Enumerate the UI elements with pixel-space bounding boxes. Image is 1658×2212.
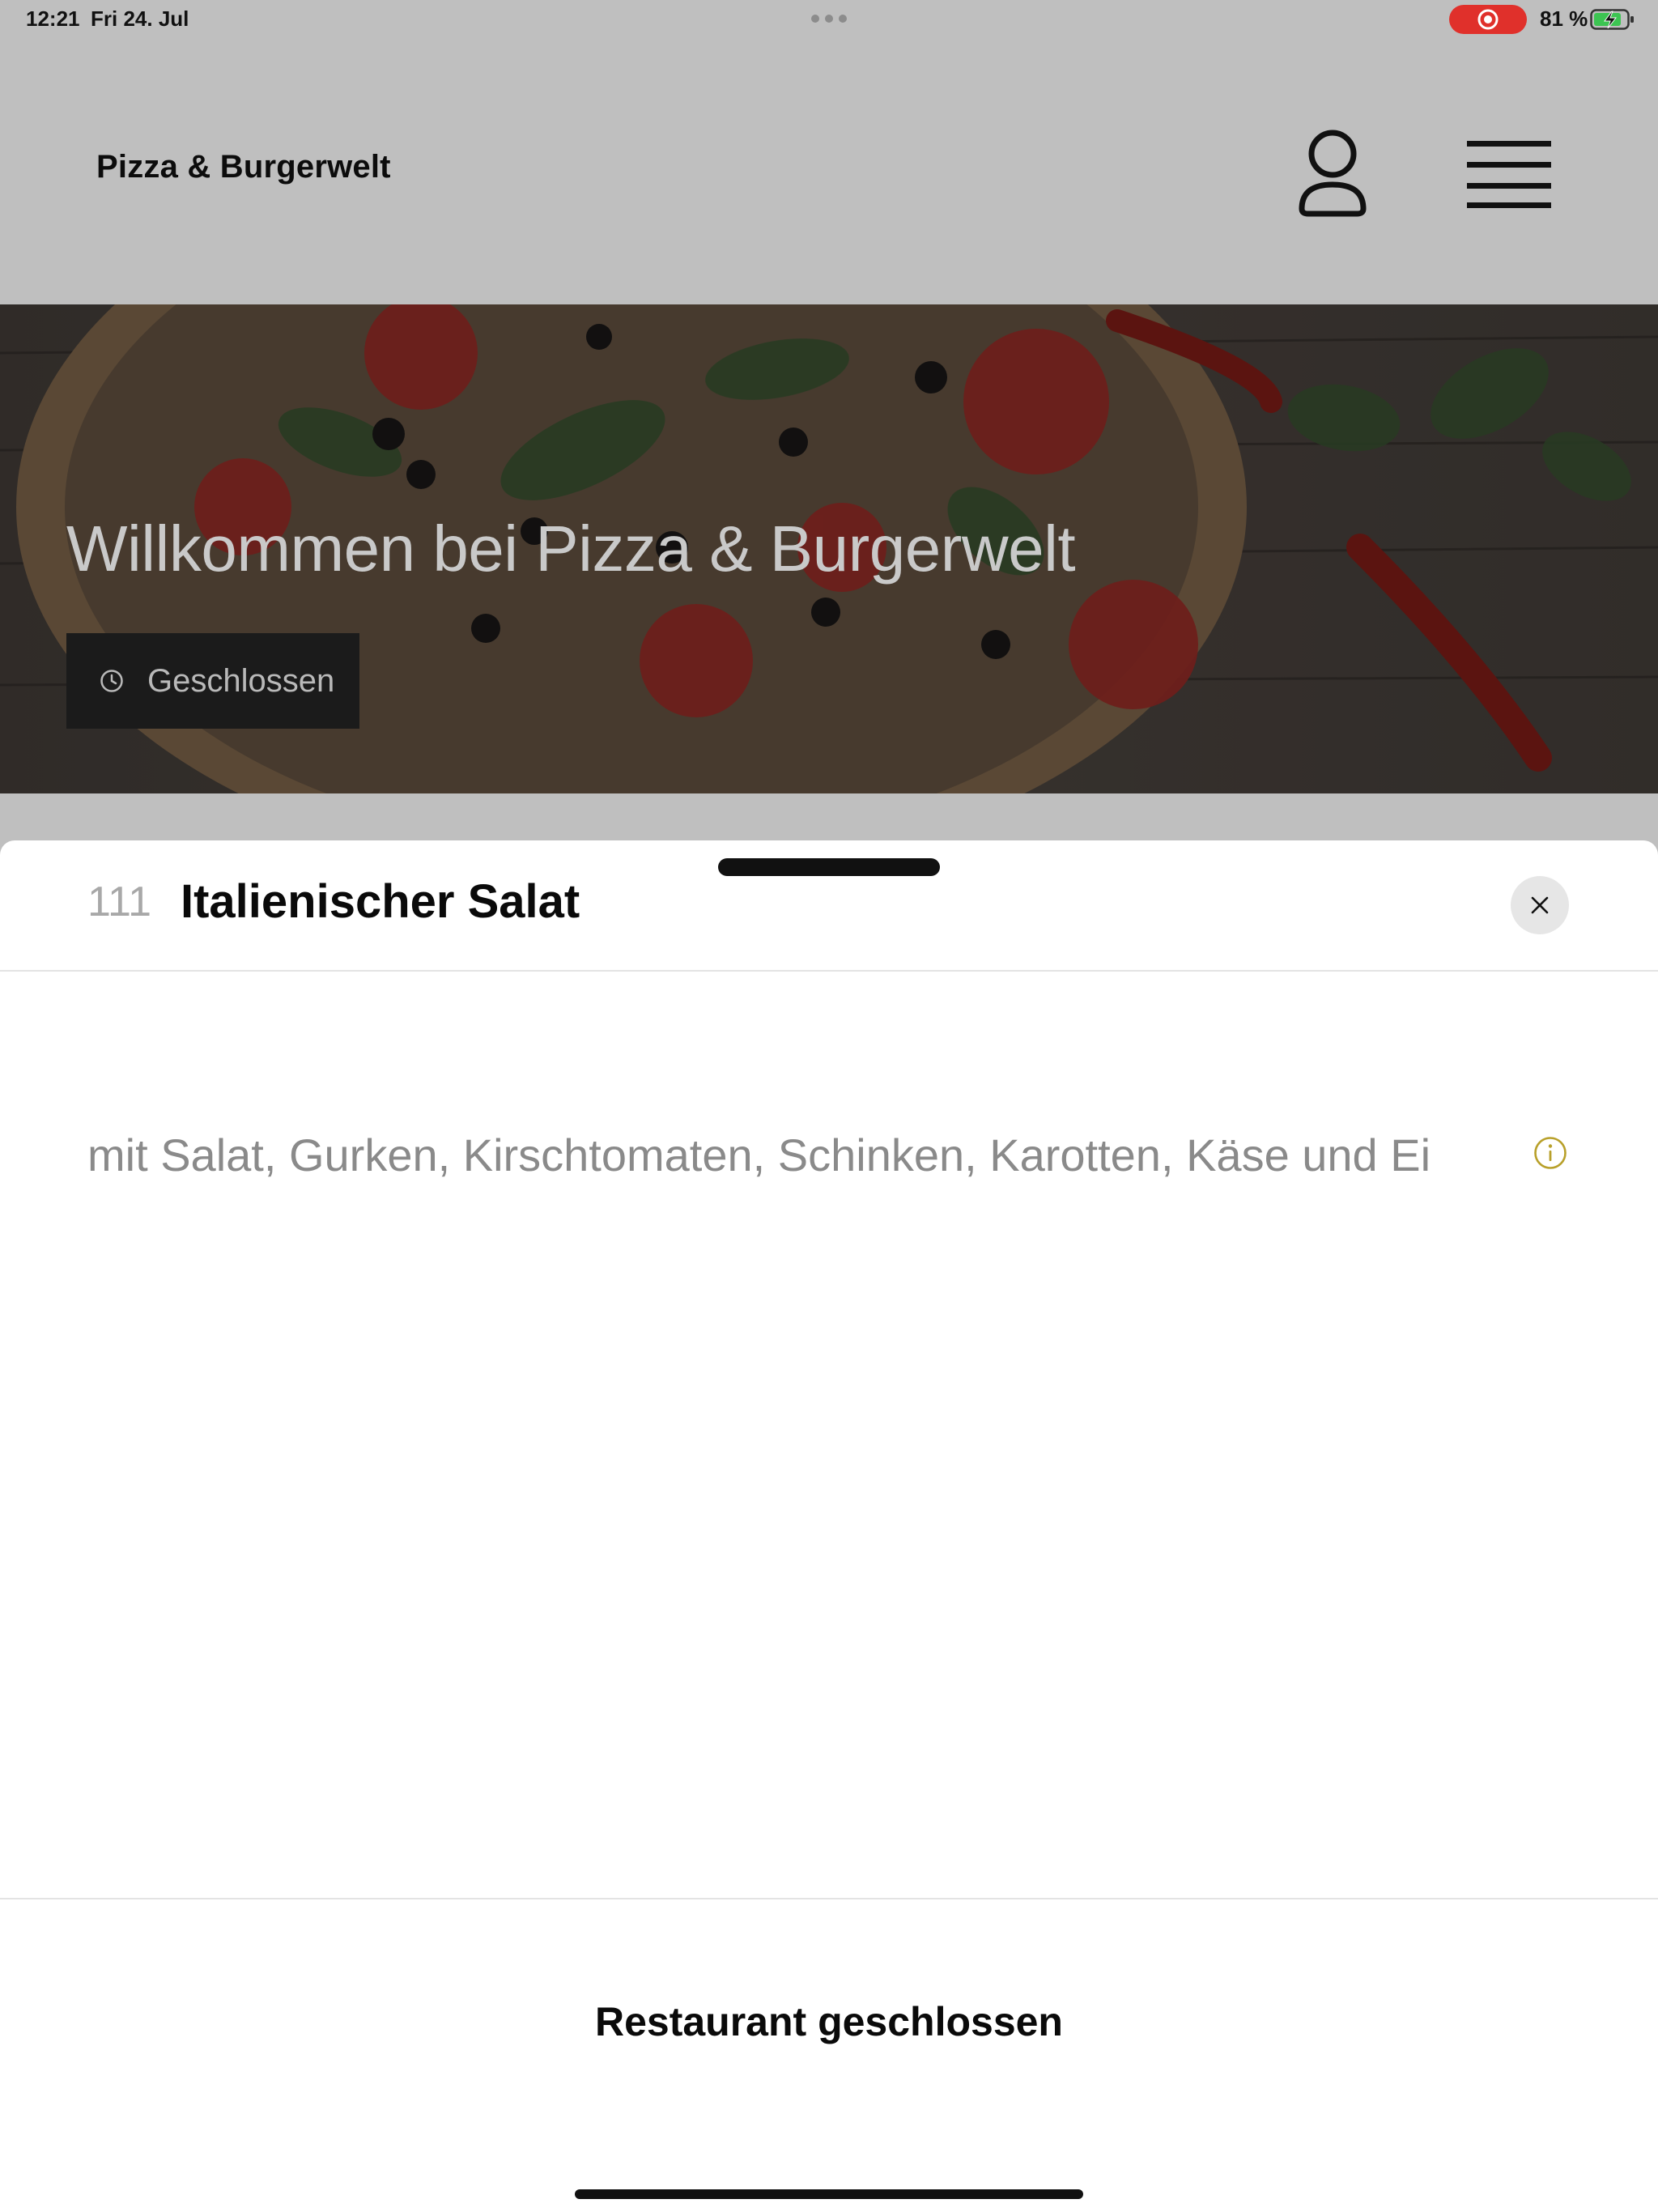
close-icon — [1531, 896, 1549, 914]
info-icon[interactable] — [1533, 1135, 1568, 1171]
status-time: 12:21 — [26, 6, 80, 31]
hero-banner: Willkommen bei Pizza & Burgerwelt Geschl… — [0, 304, 1658, 793]
item-detail-sheet: 111 Italienischer Salat mit Salat, Gurke… — [0, 840, 1658, 2212]
app-header: Pizza & Burgerwelt — [0, 39, 1658, 304]
status-date: Fri 24. Jul — [91, 6, 189, 31]
item-description: mit Salat, Gurken, Kirschtomaten, Schink… — [87, 1129, 1431, 1180]
hero-title: Willkommen bei Pizza & Burgerwelt — [66, 513, 1076, 585]
item-number: 111 — [87, 878, 152, 925]
divider — [0, 1898, 1658, 1899]
record-icon — [1477, 9, 1499, 30]
opening-status-label: Geschlossen — [147, 662, 335, 699]
battery-charging-icon — [1590, 9, 1634, 30]
clock-icon — [100, 670, 123, 692]
battery-percentage: 81 % — [1540, 6, 1588, 31]
opening-status-badge[interactable]: Geschlossen — [66, 633, 359, 729]
home-indicator — [575, 2189, 1083, 2199]
divider — [0, 970, 1658, 972]
hamburger-menu-icon[interactable] — [1464, 131, 1554, 212]
multitasking-dots-icon[interactable] — [811, 15, 847, 23]
close-button[interactable] — [1511, 876, 1569, 934]
screen-recording-indicator[interactable] — [1449, 5, 1527, 34]
restaurant-closed-button[interactable]: Restaurant geschlossen — [0, 1998, 1658, 2045]
sheet-grabber[interactable] — [718, 858, 940, 876]
item-title: Italienischer Salat — [181, 875, 580, 928]
restaurant-brand[interactable]: Pizza & Burgerwelt — [96, 149, 391, 185]
status-bar: 12:21 Fri 24. Jul 81 % — [0, 0, 1658, 39]
user-icon[interactable] — [1292, 125, 1373, 222]
